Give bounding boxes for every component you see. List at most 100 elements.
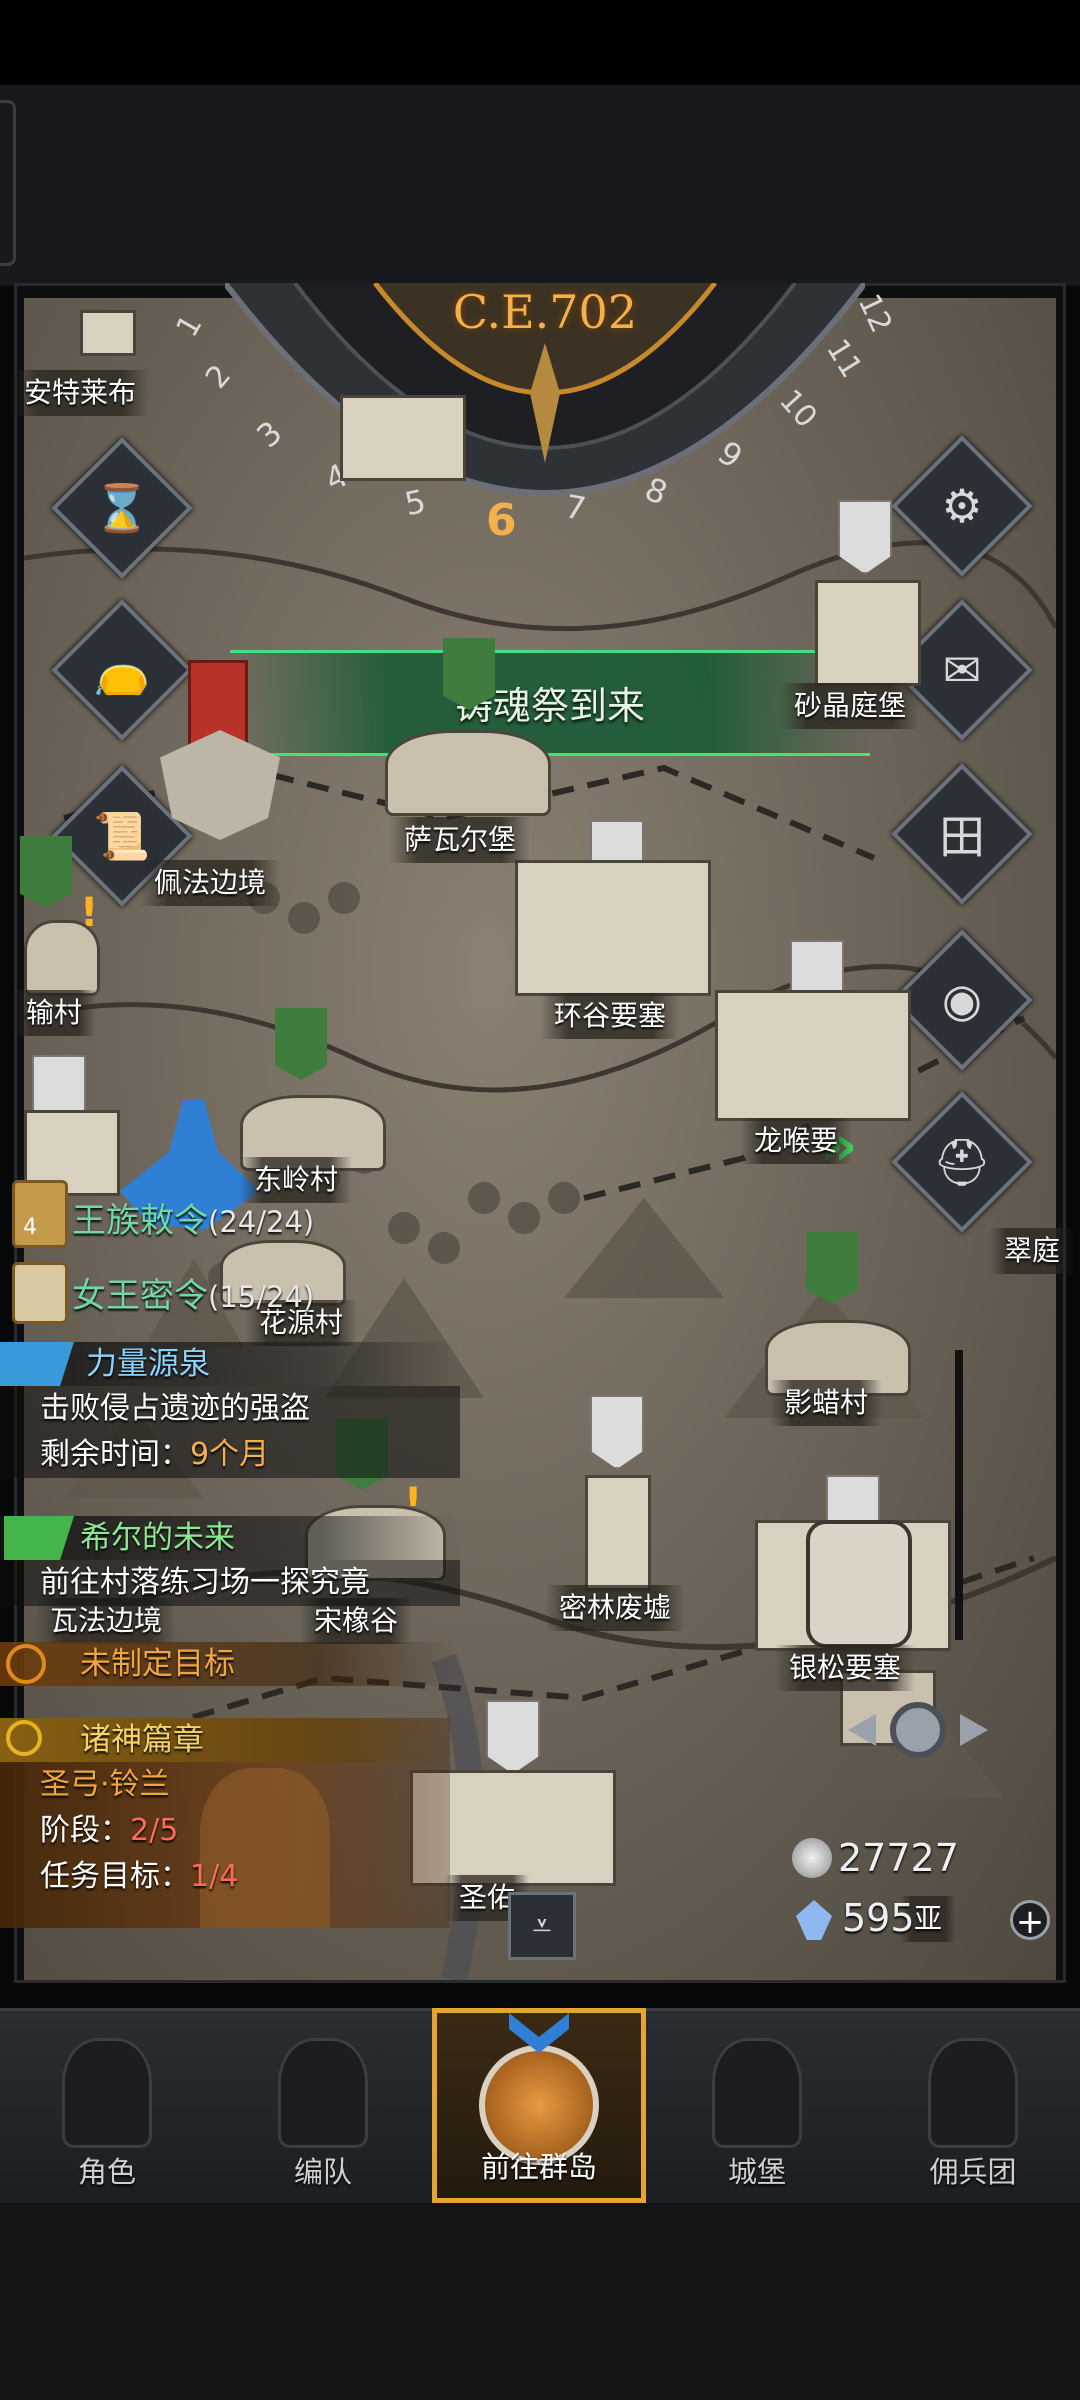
event-banner-text: 铸魂祭到来 — [454, 684, 645, 728]
status-bar — [0, 0, 1080, 85]
swords-green-icon — [4, 1516, 74, 1560]
map-castle-sawaer[interactable] — [385, 730, 551, 816]
royal-decree-scroll-icon[interactable]: 4 — [12, 1180, 68, 1248]
location-label: 安特莱布 — [10, 370, 151, 416]
recenter-button[interactable] — [848, 1680, 988, 1780]
quest-goal-row: 任务目标：1/4 — [0, 1854, 460, 1900]
silver-amount: 27727 — [838, 1836, 959, 1880]
gear-icon: ⚙ — [941, 479, 983, 533]
padlock-icon — [806, 1520, 912, 1648]
chevron-down-icon: ⩡ — [532, 1906, 552, 1946]
target-icon — [6, 1644, 46, 1684]
quest-hero-name: 圣弓·铃兰 — [40, 1767, 170, 1802]
location-label: 砂晶庭堡 — [780, 683, 921, 729]
nav-tab-label: 角色 — [77, 2155, 136, 2189]
green-flag-icon — [443, 638, 495, 710]
header-panel — [0, 85, 1080, 287]
swords-blue-icon — [4, 1342, 74, 1386]
mercenary-icon — [928, 2038, 1018, 2148]
arrow-left-icon — [848, 1714, 876, 1746]
green-flag-icon — [275, 1008, 327, 1080]
quest-header: 希尔的未来 — [0, 1516, 460, 1560]
quest-goal-value: 1/4 — [190, 1859, 239, 1894]
map-village-yu[interactable] — [24, 920, 100, 996]
nav-tab-formation[interactable]: 编队 — [216, 2008, 430, 2203]
queen-order-scroll-icon[interactable] — [12, 1262, 68, 1324]
envelope-icon: ✉ — [942, 643, 982, 697]
knight-icon — [62, 2038, 152, 2148]
nav-tab-character[interactable]: 角色 — [0, 2008, 214, 2203]
quest-header: 诸神篇章 — [0, 1718, 460, 1762]
map-ruins-milin[interactable] — [585, 1475, 651, 1591]
plus-icon: + — [1015, 1902, 1045, 1942]
arrow-right-icon — [960, 1714, 988, 1746]
green-flag-icon — [806, 1232, 858, 1304]
month-7: 7 — [562, 487, 589, 529]
nav-tab-islands[interactable]: 前往群岛 — [432, 2008, 646, 2203]
bottom-area — [0, 2203, 1080, 2400]
map-village-antelaibu — [80, 310, 136, 356]
money-bag-icon: 👝 — [93, 642, 151, 697]
green-flag-icon — [20, 836, 72, 908]
nav-tab-label: 前往群岛 — [480, 2150, 597, 2184]
location-label: 环谷要塞 — [540, 993, 681, 1039]
collapse-panel-button[interactable]: ⩡ — [508, 1892, 576, 1960]
nav-tab-label: 城堡 — [727, 2155, 786, 2189]
crosshair-icon — [890, 1702, 946, 1758]
calendar-year: C.E.702 — [452, 285, 638, 339]
location-label: 影蜡村 — [770, 1380, 883, 1426]
flagpole — [955, 1350, 963, 1640]
formation-icon — [278, 2038, 368, 2148]
quest-hill-future[interactable]: 希尔的未来 前往村落练习场一探究竟 — [0, 1516, 460, 1606]
quest-time-label: 剩余时间： — [40, 1437, 190, 1472]
castle-icon — [712, 2038, 802, 2148]
quest-gods-chapter-content: 诸神篇章 圣弓·铃兰 阶段：2/5 任务目标：1/4 — [0, 1718, 460, 1900]
coin-icon: ◉ — [941, 973, 983, 1027]
royal-decree-label: 王族敕令 — [72, 1201, 208, 1241]
location-label: 龙喉要 — [740, 1118, 853, 1164]
quest-header: 力量源泉 — [0, 1342, 460, 1386]
quest-desc: 击败侵占遗迹的强盗 — [0, 1386, 460, 1432]
nav-tab-label: 编队 — [293, 2155, 352, 2189]
nav-tab-castle[interactable]: 城堡 — [650, 2008, 864, 2203]
location-label: 输村 — [12, 990, 97, 1036]
map-castle-top — [340, 395, 466, 481]
quest-title: 希尔的未来 — [80, 1520, 235, 1556]
nav-tab-mercenary[interactable]: 佣兵团 — [866, 2008, 1080, 2203]
nav-tab-label: 佣兵团 — [929, 2155, 1017, 2189]
quest-header: 未制定目标 — [0, 1642, 460, 1686]
silver-coin-icon — [792, 1838, 832, 1878]
quest-time-value: 9个月 — [190, 1437, 270, 1472]
queen-order-label: 女王密令 — [72, 1276, 208, 1316]
magnifier-icon — [6, 1720, 42, 1756]
active-chevron-icon — [509, 2013, 569, 2053]
hourglass-icon: ⌛ — [93, 480, 151, 535]
quest-stage-value: 2/5 — [130, 1813, 179, 1848]
quest-goal-label: 任务目标： — [40, 1859, 190, 1894]
map-fortress-longhou[interactable] — [715, 990, 911, 1121]
royal-decree-count: (24/24) — [208, 1205, 315, 1239]
quest-stage-label: 阶段： — [40, 1813, 130, 1848]
header-side-handle — [0, 100, 16, 266]
location-label: 翠庭 — [990, 1228, 1075, 1274]
quest-desc: 前往村落练习场一探究竟 — [0, 1560, 460, 1606]
location-label: 密林废墟 — [545, 1585, 686, 1631]
quest-title: 诸神篇章 — [80, 1722, 204, 1758]
quest-power-spring[interactable]: 力量源泉 击败侵占遗迹的强盗 剩余时间：9个月 — [0, 1342, 460, 1478]
month-6-current: 6 — [486, 495, 517, 546]
decree-badge: 4 — [23, 1215, 37, 1240]
quest-time-row: 剩余时间：9个月 — [0, 1432, 460, 1478]
quest-no-target[interactable]: 未制定目标 — [0, 1642, 460, 1686]
grid-icon: 田 — [939, 810, 985, 864]
queen-order-item[interactable]: 女王密令(15/24) — [72, 1268, 314, 1317]
crystal-amount: 595 — [842, 1896, 915, 1940]
map-fortress-huangu[interactable] — [515, 860, 711, 996]
quest-stage-row: 阶段：2/5 — [0, 1808, 460, 1854]
quest-title: 力量源泉 — [86, 1346, 210, 1382]
location-label: 萨瓦尔堡 — [390, 817, 531, 863]
map-castle-shajing[interactable] — [815, 580, 921, 686]
location-label: 佩法边境 — [140, 860, 281, 906]
royal-decree-item[interactable]: 王族敕令(24/24) — [72, 1193, 314, 1242]
add-crystal-button[interactable]: + — [1010, 1900, 1050, 1942]
helmet-icon: ⛑ — [932, 1134, 992, 1189]
